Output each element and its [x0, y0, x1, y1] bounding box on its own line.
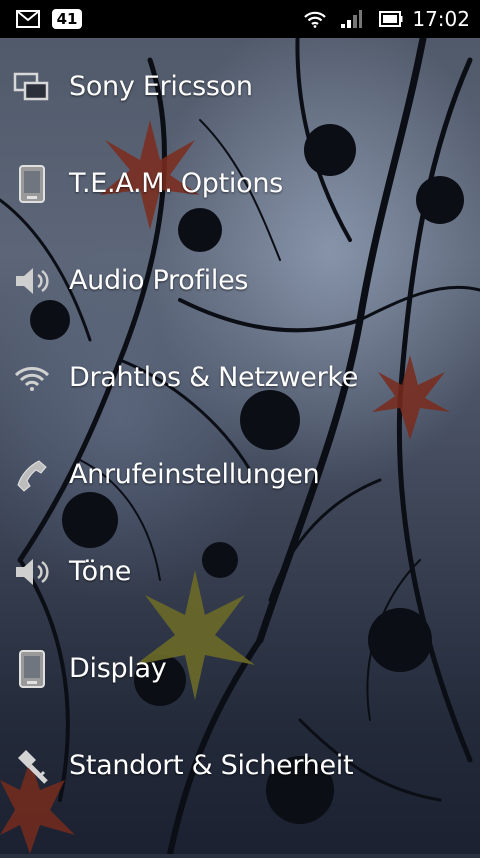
signal-icon	[338, 0, 364, 38]
menu-item-label: Drahtlos & Netzwerke	[69, 362, 359, 393]
menu-item-sony-ericsson[interactable]: Sony Ericsson	[0, 38, 480, 135]
menu-item-team-options[interactable]: T.E.A.M. Options	[0, 135, 480, 232]
menu-item-label: Display	[69, 653, 167, 684]
status-clock: 17:02	[412, 7, 470, 31]
menu-item-display[interactable]: Display	[0, 620, 480, 717]
menu-item-anrufeinstellungen[interactable]: Anrufeinstellungen	[0, 426, 480, 523]
speaker-icon	[12, 552, 52, 592]
wifi-icon	[302, 0, 328, 38]
menu-item-drahtlos-netzwerke[interactable]: Drahtlos & Netzwerke	[0, 329, 480, 426]
menu-item-label: Töne	[69, 556, 132, 587]
menu-item-audio-profiles[interactable]: Audio Profiles	[0, 232, 480, 329]
menu-item-label: Audio Profiles	[69, 265, 249, 296]
status-bar: 41 17:02	[0, 0, 480, 38]
menu-item-label: Standort & Sicherheit	[69, 750, 354, 781]
phone-device-icon	[12, 649, 52, 689]
key-location-icon	[12, 746, 52, 786]
phone-handset-icon	[12, 455, 52, 495]
phone-device-icon	[12, 164, 52, 204]
battery-icon	[378, 0, 404, 38]
menu-item-label: Anrufeinstellungen	[69, 459, 320, 490]
menu-item-toene[interactable]: Töne	[0, 523, 480, 620]
notification-count-badge: 41	[52, 9, 82, 29]
speaker-icon	[12, 261, 52, 301]
windows-icon	[12, 67, 52, 107]
menu-item-label: T.E.A.M. Options	[69, 168, 283, 199]
gmail-icon	[14, 0, 42, 38]
menu-item-standort-sicherheit[interactable]: Standort & Sicherheit	[0, 717, 480, 814]
wifi-icon	[12, 358, 52, 398]
menu-item-label: Sony Ericsson	[69, 71, 253, 102]
